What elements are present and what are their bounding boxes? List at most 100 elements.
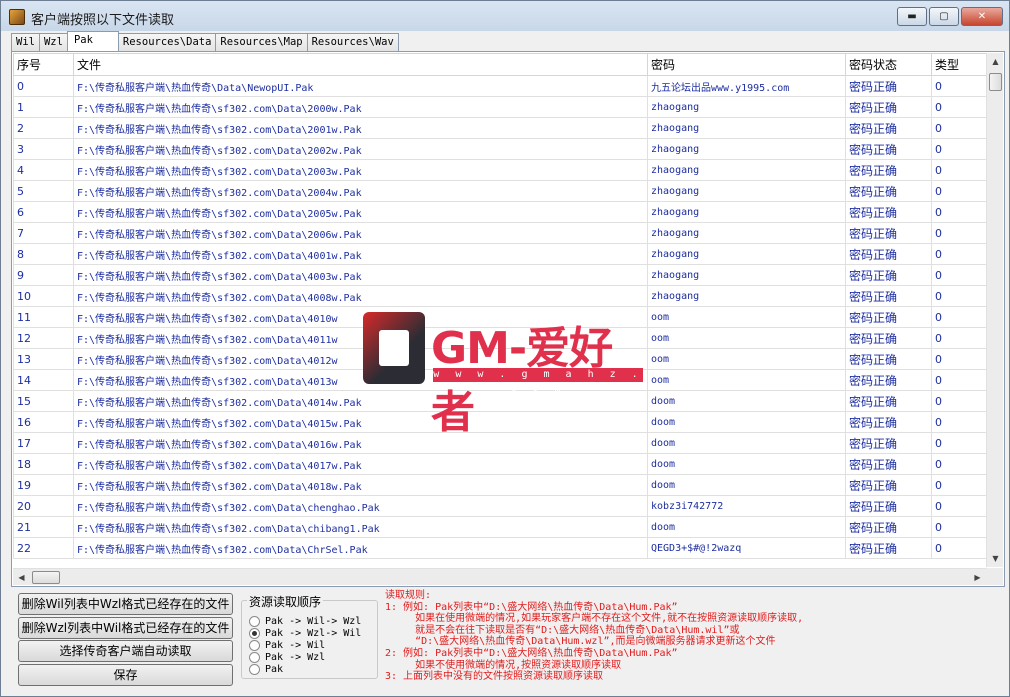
table-row[interactable]: 0 F:\传奇私服客户端\热血传奇\Data\NewopUI.Pak 九五论坛出品w… [13,75,986,97]
cell-type[interactable]: 0 [931,348,986,370]
cell-index[interactable]: 3 [13,138,74,160]
cell-password-status[interactable]: 密码正确 [845,159,932,181]
horizontal-scrollbar[interactable]: ◀ ▶ [13,568,986,585]
table-row[interactable]: 9 F:\传奇私服客户端\热血传奇\sf302.com\Data\4003w.Pa… [13,264,986,286]
cell-password[interactable]: zhaogang [647,201,846,223]
cell-index[interactable]: 8 [13,243,74,265]
cell-file[interactable]: F:\传奇私服客户端\热血传奇\sf302.com\Data\4017w.Pak [73,453,648,475]
cell-file[interactable]: F:\传奇私服客户端\热血传奇\sf302.com\Data\ChrSel.Pa… [73,537,648,559]
cell-index[interactable]: 19 [13,474,74,496]
cell-file[interactable]: F:\传奇私服客户端\热血传奇\sf302.com\Data\2001w.Pak [73,117,648,139]
cell-password[interactable]: zhaogang [647,117,846,139]
cell-file[interactable]: F:\传奇私服客户端\热血传奇\sf302.com\Data\chibang1.… [73,516,648,538]
cell-password[interactable]: zhaogang [647,264,846,286]
cell-password-status[interactable]: 密码正确 [845,537,932,559]
table-row[interactable]: 1 F:\传奇私服客户端\热血传奇\sf302.com\Data\2000w.Pa… [13,96,986,118]
cell-type[interactable]: 0 [931,453,986,475]
cell-type[interactable]: 0 [931,75,986,97]
table-row[interactable]: 6 F:\传奇私服客户端\热血传奇\sf302.com\Data\2005w.Pa… [13,201,986,223]
cell-password[interactable]: oom [647,306,846,328]
cell-index[interactable]: 4 [13,159,74,181]
tab-resources-map[interactable]: Resources\Map [215,33,308,51]
cell-type[interactable]: 0 [931,159,986,181]
cell-type[interactable]: 0 [931,117,986,139]
header-password-status[interactable]: 密码状态 [845,53,932,76]
radio-icon[interactable] [249,639,260,651]
scroll-down-icon[interactable]: ▼ [987,550,1004,567]
cell-type[interactable]: 0 [931,516,986,538]
cell-file[interactable]: F:\传奇私服客户端\热血传奇\sf302.com\Data\4018w.Pak [73,474,648,496]
tab-wzl[interactable]: Wzl [38,33,68,51]
cell-type[interactable]: 0 [931,495,986,517]
cell-index[interactable]: 11 [13,306,74,328]
cell-password-status[interactable]: 密码正确 [845,180,932,202]
auto-read-client-button[interactable]: 选择传奇客户端自动读取 [18,640,233,662]
scroll-left-icon[interactable]: ◀ [13,569,30,586]
radio-icon[interactable] [249,615,260,627]
header-password[interactable]: 密码 [647,53,846,76]
cell-type[interactable]: 0 [931,243,986,265]
cell-index[interactable]: 6 [13,201,74,223]
cell-password[interactable]: doom [647,516,846,538]
cell-type[interactable]: 0 [931,180,986,202]
horizontal-scroll-thumb[interactable] [32,571,60,584]
cell-type[interactable]: 0 [931,138,986,160]
cell-type[interactable]: 0 [931,537,986,559]
tab-wil[interactable]: Wil [11,33,40,51]
close-button[interactable]: ✕ [961,7,1003,26]
cell-file[interactable]: F:\传奇私服客户端\热血传奇\sf302.com\Data\2006w.Pak [73,222,648,244]
cell-index[interactable]: 21 [13,516,74,538]
cell-type[interactable]: 0 [931,201,986,223]
header-file[interactable]: 文件 [73,53,648,76]
tab-resources-data[interactable]: Resources\Data [117,33,217,51]
table-row[interactable]: 2 F:\传奇私服客户端\热血传奇\sf302.com\Data\2001w.Pa… [13,117,986,139]
cell-password-status[interactable]: 密码正确 [845,474,932,496]
vertical-scroll-thumb[interactable] [989,73,1002,91]
cell-type[interactable]: 0 [931,369,986,391]
scroll-up-icon[interactable]: ▲ [987,53,1004,70]
cell-index[interactable]: 5 [13,180,74,202]
cell-file[interactable]: F:\传奇私服客户端\热血传奇\sf302.com\Data\chenghao.… [73,495,648,517]
cell-password[interactable]: doom [647,411,846,433]
cell-type[interactable]: 0 [931,96,986,118]
cell-file[interactable]: F:\传奇私服客户端\热血传奇\sf302.com\Data\4003w.Pak [73,264,648,286]
table-row[interactable]: 4 F:\传奇私服客户端\热血传奇\sf302.com\Data\2003w.Pa… [13,159,986,181]
minimize-button[interactable]: ▬ [897,7,927,26]
cell-index[interactable]: 14 [13,369,74,391]
cell-index[interactable]: 2 [13,117,74,139]
cell-password[interactable]: zhaogang [647,159,846,181]
cell-file[interactable]: F:\传奇私服客户端\热血传奇\sf302.com\Data\2005w.Pak [73,201,648,223]
cell-index[interactable]: 10 [13,285,74,307]
read-order-option[interactable]: Pak -> Wil-> Wzl [249,615,361,627]
tab-pak[interactable]: Pak [66,31,119,51]
cell-password-status[interactable]: 密码正确 [845,411,932,433]
table-row[interactable]: 20 F:\传奇私服客户端\热血传奇\sf302.com\Data\chengha… [13,495,986,517]
cell-password-status[interactable]: 密码正确 [845,327,932,349]
cell-password-status[interactable]: 密码正确 [845,390,932,412]
cell-index[interactable]: 20 [13,495,74,517]
table-row[interactable]: 5 F:\传奇私服客户端\热血传奇\sf302.com\Data\2004w.Pa… [13,180,986,202]
scroll-right-icon[interactable]: ▶ [969,569,986,586]
cell-type[interactable]: 0 [931,264,986,286]
read-order-option[interactable]: Pak -> Wil [249,639,325,651]
cell-file[interactable]: F:\传奇私服客户端\热血传奇\sf302.com\Data\2003w.Pak [73,159,648,181]
cell-type[interactable]: 0 [931,327,986,349]
read-order-option[interactable]: Pak -> Wzl-> Wil [249,627,361,639]
cell-password-status[interactable]: 密码正确 [845,516,932,538]
cell-index[interactable]: 15 [13,390,74,412]
save-button[interactable]: 保存 [18,664,233,686]
table-row[interactable]: 7 F:\传奇私服客户端\热血传奇\sf302.com\Data\2006w.Pa… [13,222,986,244]
cell-file[interactable]: F:\传奇私服客户端\热血传奇\sf302.com\Data\2002w.Pak [73,138,648,160]
table-row[interactable]: 8 F:\传奇私服客户端\热血传奇\sf302.com\Data\4001w.Pa… [13,243,986,265]
read-order-option[interactable]: Pak [249,663,283,675]
cell-type[interactable]: 0 [931,222,986,244]
cell-password-status[interactable]: 密码正确 [845,369,932,391]
cell-type[interactable]: 0 [931,390,986,412]
cell-password[interactable]: oom [647,327,846,349]
cell-password[interactable]: zhaogang [647,222,846,244]
cell-file[interactable]: F:\传奇私服客户端\热血传奇\sf302.com\Data\4008w.Pak [73,285,648,307]
cell-password[interactable]: oom [647,369,846,391]
cell-password-status[interactable]: 密码正确 [845,96,932,118]
cell-password-status[interactable]: 密码正确 [845,495,932,517]
cell-password[interactable]: kobz3i742772 [647,495,846,517]
